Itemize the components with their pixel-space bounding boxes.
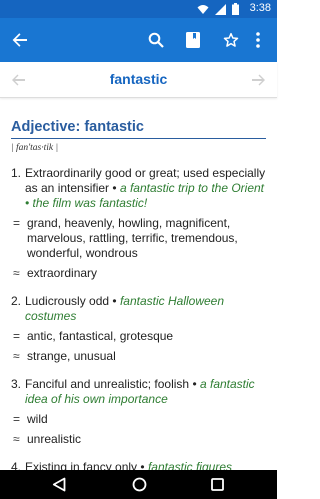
signal-icon xyxy=(215,3,226,15)
synonym-row: = grand, heavenly, howling, magnificent,… xyxy=(11,216,266,261)
home-circle-icon xyxy=(132,477,146,492)
synonym-text[interactable]: wild xyxy=(27,412,48,426)
wifi-icon xyxy=(197,4,209,14)
sense-definition: Fanciful and unrealistic; foolish xyxy=(25,377,190,391)
sense-number: 2. xyxy=(11,294,22,308)
synonym-text[interactable]: extraordinary xyxy=(27,266,97,280)
word-bar: fantastic xyxy=(0,62,277,98)
word-title: fantastic xyxy=(109,71,168,87)
sense-3: 3. Fanciful and unrealistic; foolish • a… xyxy=(11,377,266,407)
system-back-button[interactable] xyxy=(44,470,74,499)
status-bar: 3:38 xyxy=(0,0,277,18)
synonym-mark: = xyxy=(13,412,21,426)
next-word-button[interactable] xyxy=(244,62,274,98)
synonym-mark: ≈ xyxy=(13,266,20,280)
back-arrow-icon xyxy=(12,33,27,47)
sense-example: fantastic figures xyxy=(147,460,232,470)
recents-square-icon xyxy=(210,478,224,491)
system-nav-bar xyxy=(0,470,277,499)
system-home-button[interactable] xyxy=(124,470,154,499)
part-of-speech-heading: Adjective: fantastic xyxy=(11,119,266,139)
next-arrow-icon xyxy=(252,74,265,86)
sense-number: 4. xyxy=(11,460,22,470)
search-button[interactable] xyxy=(136,18,176,62)
status-icons xyxy=(197,3,239,15)
sense-definition: Ludicrously odd xyxy=(25,294,110,308)
synonym-mark: ≈ xyxy=(13,432,20,446)
bookmark-icon xyxy=(186,32,200,48)
bullet: • xyxy=(112,294,120,308)
synonym-row: ≈ strange, unusual xyxy=(11,349,266,364)
synonym-row: = wild xyxy=(11,412,266,427)
battery-icon xyxy=(232,3,239,15)
app-bar xyxy=(0,18,277,62)
sense-number: 3. xyxy=(11,377,22,391)
sense-1: 1. Extraordinarily good or great; used e… xyxy=(11,166,266,211)
synonym-mark: = xyxy=(13,216,21,230)
synonym-mark: ≈ xyxy=(13,349,20,363)
synonym-row: ≈ unrealistic xyxy=(11,432,266,447)
pronunciation: | fan'tas·tik | xyxy=(11,143,59,153)
search-icon xyxy=(148,32,164,48)
synonym-text[interactable]: grand, heavenly, howling, magnificent, m… xyxy=(27,216,238,260)
system-recents-button[interactable] xyxy=(202,470,232,499)
definition-content[interactable]: Adjective: fantastic | fan'tas·tik | 1. … xyxy=(0,99,277,470)
synonym-row: ≈ extraordinary xyxy=(11,266,266,281)
status-time: 3:38 xyxy=(249,2,271,14)
synonym-text[interactable]: strange, unusual xyxy=(27,349,116,363)
sense-number: 1. xyxy=(11,166,22,180)
bullet: • xyxy=(192,377,200,391)
sense-2: 2. Ludicrously odd • fantastic Halloween… xyxy=(11,294,266,324)
synonym-mark: = xyxy=(13,329,21,343)
bullet: • xyxy=(140,460,148,470)
sense-definition: Existing in fancy only xyxy=(25,460,138,470)
synonym-text[interactable]: unrealistic xyxy=(27,432,81,446)
sense-4: 4. Existing in fancy only • fantastic fi… xyxy=(11,460,266,470)
more-vert-icon xyxy=(256,32,260,48)
back-triangle-icon xyxy=(52,477,66,492)
synonym-text[interactable]: antic, fantastical, grotesque xyxy=(27,329,173,343)
back-button[interactable] xyxy=(0,18,40,62)
star-icon xyxy=(223,32,239,47)
more-options-button[interactable] xyxy=(242,18,274,62)
synonym-row: = antic, fantastical, grotesque xyxy=(11,329,266,344)
bookmark-button[interactable] xyxy=(173,18,213,62)
bullet: • xyxy=(112,181,120,195)
